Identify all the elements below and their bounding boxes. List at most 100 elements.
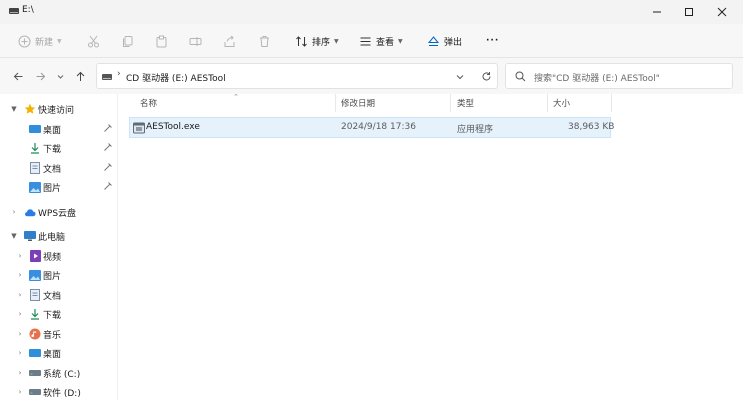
- breadcrumb-separator: ›: [117, 69, 121, 79]
- paste-button[interactable]: [155, 32, 168, 50]
- share-button[interactable]: [223, 32, 236, 50]
- address-bar[interactable]: › CD 驱动器 (E:) AESTool: [96, 63, 498, 89]
- nav-pc-music[interactable]: › 音乐: [0, 325, 118, 343]
- search-icon: [515, 71, 526, 82]
- sort-button[interactable]: 排序 ▼: [295, 32, 339, 50]
- column-divider[interactable]: [335, 94, 336, 112]
- nav-label: 音乐: [43, 330, 62, 341]
- expand-chevron-icon[interactable]: ›: [15, 271, 25, 279]
- chevron-down-icon: ▼: [334, 37, 339, 45]
- nav-label: 视频: [43, 252, 62, 263]
- column-header-name[interactable]: 名称: [140, 97, 157, 109]
- nav-pc-drive-d[interactable]: › 软件 (D:): [0, 383, 118, 400]
- picture-icon: [29, 181, 41, 193]
- address-path[interactable]: CD 驱动器 (E:) AESTool: [126, 71, 226, 84]
- expand-chevron-icon[interactable]: ›: [15, 330, 25, 338]
- forward-button[interactable]: [32, 69, 48, 83]
- nav-pc-downloads[interactable]: › 下载: [0, 305, 118, 323]
- window-title: E:\: [22, 5, 34, 15]
- desktop-icon: [29, 123, 41, 135]
- minimize-button[interactable]: [640, 0, 674, 24]
- column-divider[interactable]: [450, 94, 451, 112]
- rename-button[interactable]: [189, 32, 202, 50]
- recent-locations-button[interactable]: [52, 69, 68, 83]
- back-button[interactable]: [10, 69, 26, 83]
- pin-icon[interactable]: [104, 123, 112, 135]
- arrow-right-icon: [36, 72, 45, 80]
- column-header-type[interactable]: 类型: [457, 97, 474, 109]
- download-icon: [29, 308, 41, 320]
- nav-pc-desktop[interactable]: › 桌面: [0, 344, 118, 362]
- column-divider[interactable]: [611, 94, 612, 112]
- sort-icon: [296, 35, 307, 47]
- nav-quick-downloads[interactable]: 下载: [0, 139, 118, 157]
- cut-button[interactable]: [87, 32, 100, 50]
- delete-button[interactable]: [258, 32, 271, 50]
- file-row[interactable]: AESTool.exe 2024/9/18 17:36 应用程序 38,963 …: [129, 117, 614, 138]
- maximize-button[interactable]: [672, 0, 706, 24]
- column-header-size[interactable]: 大小: [553, 97, 570, 109]
- expand-chevron-icon[interactable]: ›: [15, 291, 25, 299]
- file-type: 应用程序: [457, 125, 494, 135]
- search-box[interactable]: 搜索"CD 驱动器 (E:) AESTool": [505, 63, 733, 89]
- collapse-chevron-icon[interactable]: ▼: [9, 232, 19, 240]
- column-divider[interactable]: [547, 94, 548, 112]
- nav-label: 下载: [43, 144, 62, 155]
- nav-label: 此电脑: [38, 232, 66, 243]
- music-icon: [29, 328, 41, 340]
- copy-button[interactable]: [121, 32, 134, 50]
- nav-this-pc[interactable]: ▼ 此电脑: [0, 227, 118, 245]
- nav-quick-desktop[interactable]: 桌面: [0, 120, 118, 138]
- command-bar: 新建 ▼ 排序 ▼ 查看 ▼ 弹出 ···: [0, 24, 743, 58]
- nav-quick-documents[interactable]: 文档: [0, 159, 118, 177]
- eject-icon: [427, 35, 440, 46]
- document-icon: [29, 289, 41, 301]
- up-button[interactable]: [72, 69, 88, 83]
- view-label: 查看: [376, 37, 395, 48]
- sort-label: 排序: [312, 37, 331, 48]
- column-header-modified[interactable]: 修改日期: [341, 97, 375, 109]
- view-button[interactable]: 查看 ▼: [359, 32, 403, 50]
- nav-label: 图片: [43, 183, 62, 194]
- expand-chevron-icon[interactable]: ›: [15, 310, 25, 318]
- close-button[interactable]: [705, 0, 739, 24]
- computer-icon: [24, 230, 36, 242]
- expand-chevron-icon[interactable]: ›: [15, 349, 25, 357]
- refresh-icon[interactable]: [481, 71, 492, 82]
- video-icon: [29, 250, 41, 262]
- expand-chevron-icon[interactable]: ›: [15, 252, 25, 260]
- expand-chevron-icon[interactable]: ›: [9, 208, 19, 216]
- collapse-chevron-icon[interactable]: ▼: [9, 105, 19, 113]
- nav-label: 桌面: [43, 125, 62, 136]
- nav-label: 文档: [43, 164, 62, 175]
- sort-ascending-icon: ⌃: [233, 93, 239, 101]
- drive-icon: [102, 74, 112, 80]
- chevron-down-icon[interactable]: [455, 72, 465, 82]
- more-options-button[interactable]: ···: [486, 32, 499, 50]
- pin-icon[interactable]: [104, 162, 112, 174]
- nav-label: 文档: [43, 291, 62, 302]
- navigation-pane: ▼ 快速访问 桌面 下载 文档 图片 › WPS云盘 ▼ 此电脑 › 视频 › …: [0, 94, 118, 400]
- new-button[interactable]: 新建 ▼: [18, 32, 62, 50]
- nav-quick-pictures[interactable]: 图片: [0, 178, 118, 196]
- download-icon: [29, 142, 41, 154]
- drive-icon: [9, 8, 19, 14]
- desktop-icon: [29, 347, 41, 359]
- expand-chevron-icon[interactable]: ›: [15, 388, 25, 396]
- share-icon: [224, 35, 235, 47]
- pin-icon[interactable]: [104, 142, 112, 154]
- nav-pc-drive-c[interactable]: › 系统 (C:): [0, 364, 118, 382]
- expand-chevron-icon[interactable]: ›: [15, 369, 25, 377]
- chevron-down-icon: ▼: [398, 37, 403, 45]
- trash-icon: [260, 35, 269, 47]
- pin-icon[interactable]: [104, 181, 112, 193]
- nav-pc-videos[interactable]: › 视频: [0, 247, 118, 265]
- nav-wps-cloud[interactable]: › WPS云盘: [0, 203, 118, 221]
- nav-pc-pictures[interactable]: › 图片: [0, 266, 118, 284]
- eject-button[interactable]: 弹出: [427, 32, 462, 50]
- close-icon: [717, 7, 727, 17]
- cloud-icon: [24, 206, 36, 218]
- more-icon: ···: [486, 36, 500, 46]
- nav-pc-documents[interactable]: › 文档: [0, 286, 118, 304]
- nav-quick-access[interactable]: ▼ 快速访问: [0, 100, 118, 118]
